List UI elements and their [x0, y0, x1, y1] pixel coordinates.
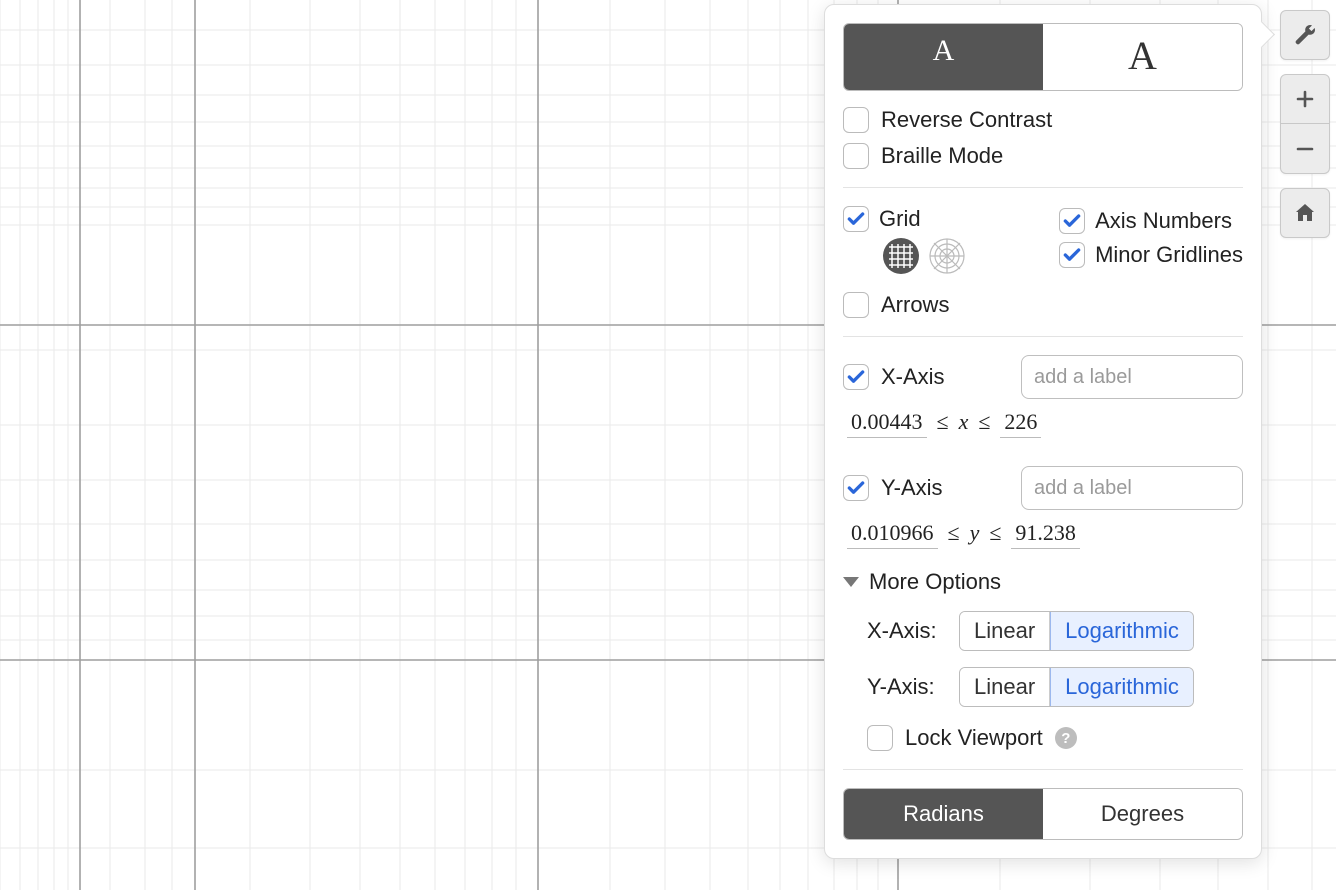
lock-viewport-help-icon[interactable]: ?: [1055, 727, 1077, 749]
grid-label: Grid: [879, 206, 921, 232]
x-min-value[interactable]: 0.00443: [847, 409, 927, 438]
contrast-normal-button[interactable]: A: [844, 24, 1043, 90]
x-axis-checkbox[interactable]: [843, 364, 869, 390]
x-axis-label-input[interactable]: [1021, 355, 1243, 399]
home-button[interactable]: [1280, 188, 1330, 238]
wrench-icon: [1293, 23, 1317, 47]
x-scale-linear-button[interactable]: Linear: [960, 612, 1050, 650]
y-min-value[interactable]: 0.010966: [847, 520, 938, 549]
lock-viewport-label: Lock Viewport: [905, 725, 1043, 751]
x-axis-range: 0.00443 ≤ x ≤ 226: [843, 409, 1243, 438]
y-axis-range: 0.010966 ≤ y ≤ 91.238: [843, 520, 1243, 549]
arrows-label: Arrows: [881, 292, 949, 318]
rectangular-grid-button[interactable]: [881, 236, 921, 276]
arrows-checkbox[interactable]: [843, 292, 869, 318]
lock-viewport-checkbox[interactable]: [867, 725, 893, 751]
square-grid-icon: [882, 237, 920, 275]
y-max-value[interactable]: 91.238: [1011, 520, 1080, 549]
more-options-label: More Options: [869, 569, 1001, 595]
axis-numbers-label: Axis Numbers: [1095, 208, 1232, 234]
grid-checkbox[interactable]: [843, 206, 869, 232]
plus-icon: [1293, 87, 1317, 111]
graph-settings-panel: A A Reverse Contrast Braille Mode Grid: [824, 4, 1262, 859]
x-axis-scale-toggle: Linear Logarithmic: [959, 611, 1194, 651]
minus-icon: [1293, 137, 1317, 161]
polar-grid-icon: [928, 237, 966, 275]
angle-unit-toggle: Radians Degrees: [843, 788, 1243, 840]
y-axis-label-input[interactable]: [1021, 466, 1243, 510]
more-options-toggle[interactable]: More Options: [843, 569, 1243, 595]
polar-grid-button[interactable]: [927, 236, 967, 276]
home-icon: [1293, 201, 1317, 225]
x-axis-label: X-Axis: [881, 364, 945, 390]
y-axis-scale-toggle: Linear Logarithmic: [959, 667, 1194, 707]
x-axis-scale-label: X-Axis:: [867, 618, 947, 644]
y-scale-linear-button[interactable]: Linear: [960, 668, 1050, 706]
settings-button[interactable]: [1280, 10, 1330, 60]
reverse-contrast-label: Reverse Contrast: [881, 107, 1052, 133]
y-axis-label: Y-Axis: [881, 475, 943, 501]
degrees-button[interactable]: Degrees: [1043, 789, 1242, 839]
contrast-large-button[interactable]: A: [1043, 24, 1242, 90]
y-axis-scale-label: Y-Axis:: [867, 674, 947, 700]
reverse-contrast-checkbox[interactable]: [843, 107, 869, 133]
x-max-value[interactable]: 226: [1000, 409, 1041, 438]
y-scale-logarithmic-button[interactable]: Logarithmic: [1050, 668, 1193, 706]
minor-gridlines-label: Minor Gridlines: [1095, 242, 1243, 268]
axis-numbers-checkbox[interactable]: [1059, 208, 1085, 234]
x-scale-logarithmic-button[interactable]: Logarithmic: [1050, 612, 1193, 650]
braille-mode-label: Braille Mode: [881, 143, 1003, 169]
zoom-in-button[interactable]: [1280, 74, 1330, 124]
contrast-toggle: A A: [843, 23, 1243, 91]
zoom-out-button[interactable]: [1280, 124, 1330, 174]
chevron-down-icon: [843, 577, 859, 587]
braille-mode-checkbox[interactable]: [843, 143, 869, 169]
radians-button[interactable]: Radians: [844, 789, 1043, 839]
y-axis-checkbox[interactable]: [843, 475, 869, 501]
minor-gridlines-checkbox[interactable]: [1059, 242, 1085, 268]
